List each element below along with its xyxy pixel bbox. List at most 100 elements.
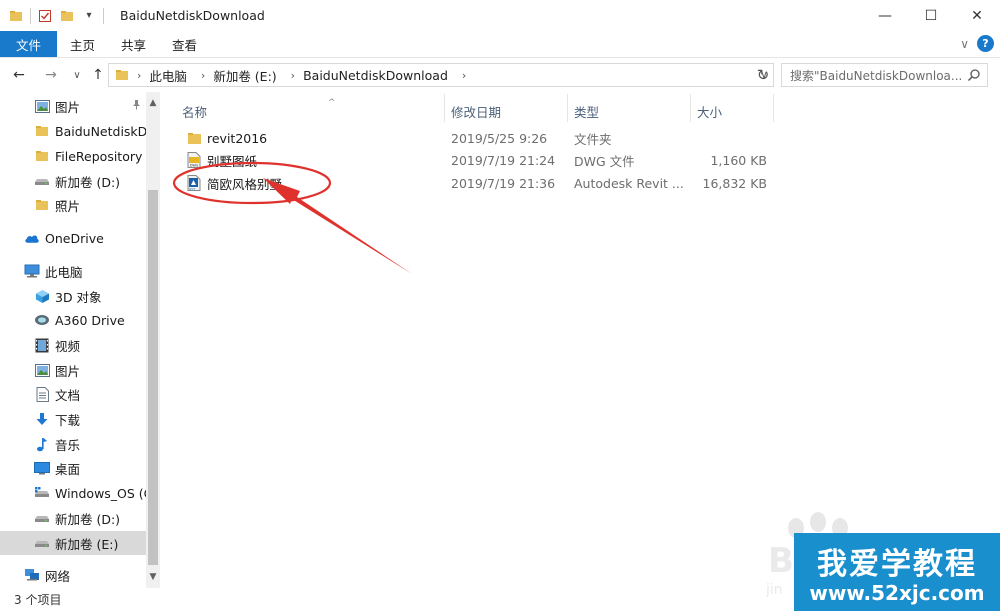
sidebar-item-label: 新加卷 (E:) bbox=[55, 536, 119, 552]
help-button[interactable]: ? bbox=[977, 35, 994, 52]
refresh-button[interactable]: ↻ bbox=[752, 64, 774, 86]
window-title: BaiduNetdiskDownload bbox=[120, 8, 265, 23]
sidebar-item-downloads[interactable]: 下载 bbox=[0, 407, 146, 431]
minimize-button[interactable]: — bbox=[862, 0, 908, 31]
file-row[interactable]: revit2016 2019/5/25 9:26 文件夹 bbox=[178, 127, 938, 149]
file-name: revit2016 bbox=[207, 130, 268, 146]
search-icon[interactable] bbox=[967, 68, 981, 85]
column-header-date[interactable]: 修改日期 bbox=[451, 100, 561, 122]
sidebar-item-filerepository[interactable]: FileRepository bbox=[0, 144, 146, 168]
sidebar-item-pictures[interactable]: 图片 bbox=[0, 358, 146, 382]
file-row[interactable]: RVT 简欧风格别墅 2019/7/19 21:36 Autodesk Revi… bbox=[178, 172, 938, 194]
folder-icon bbox=[186, 130, 202, 146]
breadcrumb-current-folder[interactable]: BaiduNetdiskDownload bbox=[303, 68, 448, 83]
windows-drive-icon bbox=[34, 485, 50, 501]
up-button[interactable]: ↑ bbox=[87, 64, 109, 86]
sidebar-item-drive-d-quick[interactable]: 新加卷 (D:) bbox=[0, 169, 146, 193]
file-date: 2019/7/19 21:36 bbox=[451, 175, 556, 191]
svg-text:DWG: DWG bbox=[190, 164, 199, 168]
file-name-cell[interactable]: revit2016 bbox=[186, 127, 446, 149]
computer-icon bbox=[24, 263, 40, 279]
column-divider[interactable] bbox=[567, 94, 568, 122]
pictures-icon bbox=[34, 362, 50, 378]
folder-icon[interactable] bbox=[8, 8, 24, 24]
properties-icon[interactable] bbox=[37, 8, 53, 24]
address-bar[interactable]: › 此电脑 › 新加卷 (E:) › BaiduNetdiskDownload … bbox=[108, 63, 774, 87]
file-size bbox=[697, 127, 767, 149]
breadcrumb-drive-e[interactable]: 新加卷 (E:) bbox=[213, 66, 276, 85]
sidebar-item-network[interactable]: 网络 bbox=[0, 563, 146, 587]
sidebar-item-music[interactable]: 音乐 bbox=[0, 432, 146, 456]
folder-icon bbox=[34, 148, 50, 164]
file-name-cell[interactable]: DWG 别墅图纸 bbox=[186, 149, 446, 171]
tab-home[interactable]: 主页 bbox=[57, 31, 108, 57]
breadcrumb-separator[interactable]: › bbox=[137, 69, 141, 82]
navigation-pane: 图片 BaiduNetdiskDo FileRepository 新加卷 (D:… bbox=[0, 92, 160, 588]
file-size: 16,832 KB bbox=[702, 175, 767, 191]
sidebar-item-drive-e[interactable]: 新加卷 (E:) bbox=[0, 531, 146, 555]
file-size: 1,160 KB bbox=[710, 152, 767, 168]
customize-qat-icon[interactable]: ▾ bbox=[81, 8, 97, 24]
sidebar-item-baidunetdisk[interactable]: BaiduNetdiskDo bbox=[0, 119, 146, 143]
breadcrumb-this-pc[interactable]: 此电脑 bbox=[149, 66, 187, 85]
sidebar-item-label: 照片 bbox=[55, 198, 81, 214]
sidebar-item-documents[interactable]: 文档 bbox=[0, 382, 146, 406]
sidebar-item-onedrive[interactable]: OneDrive bbox=[0, 226, 146, 250]
sidebar-item-label: 新加卷 (D:) bbox=[55, 511, 121, 527]
tab-view[interactable]: 查看 bbox=[159, 31, 210, 57]
column-divider[interactable] bbox=[690, 94, 691, 122]
search-input[interactable]: 搜索"BaiduNetdiskDownloa... bbox=[781, 63, 988, 87]
sidebar-item-photos[interactable]: 照片 bbox=[0, 193, 146, 217]
tab-share[interactable]: 共享 bbox=[108, 31, 159, 57]
sidebar-item-label: 网络 bbox=[45, 568, 71, 584]
revit-file-icon: RVT bbox=[186, 175, 202, 191]
item-count: 3 个项目 bbox=[14, 593, 62, 607]
breadcrumb-separator[interactable]: › bbox=[462, 69, 466, 82]
column-header-name[interactable]: 名称 ^ bbox=[182, 98, 442, 122]
sidebar-scrollbar[interactable]: ▲ ▼ bbox=[146, 92, 160, 588]
search-placeholder: 搜索"BaiduNetdiskDownloa... bbox=[790, 68, 963, 83]
pin-icon[interactable] bbox=[131, 99, 142, 113]
scroll-down-arrow[interactable]: ▼ bbox=[146, 570, 160, 584]
svg-text:RVT: RVT bbox=[189, 187, 195, 191]
documents-icon bbox=[34, 386, 50, 402]
sidebar-item-label: A360 Drive bbox=[55, 312, 125, 328]
downloads-icon bbox=[34, 411, 50, 427]
sidebar-item-pictures-quick[interactable]: 图片 bbox=[0, 94, 146, 118]
sidebar-item-3d-objects[interactable]: 3D 对象 bbox=[0, 284, 146, 308]
breadcrumb-separator[interactable]: › bbox=[291, 69, 295, 82]
column-header-size[interactable]: 大小 bbox=[697, 100, 767, 122]
scroll-up-arrow[interactable]: ▲ bbox=[146, 96, 160, 110]
sidebar-item-a360-drive[interactable]: A360 Drive bbox=[0, 308, 146, 332]
breadcrumb-separator[interactable]: › bbox=[201, 69, 205, 82]
a360-icon bbox=[34, 312, 50, 328]
sidebar-item-desktop[interactable]: 桌面 bbox=[0, 456, 146, 480]
back-button[interactable]: ← bbox=[8, 64, 30, 86]
tab-file[interactable]: 文件 bbox=[0, 31, 58, 57]
folder-icon bbox=[115, 68, 129, 82]
scrollbar-thumb[interactable] bbox=[148, 190, 158, 565]
new-folder-icon[interactable] bbox=[59, 8, 75, 24]
sidebar-item-label: FileRepository bbox=[55, 148, 143, 164]
expand-ribbon-button[interactable]: ∨ bbox=[960, 37, 969, 51]
sidebar-item-this-pc[interactable]: 此电脑 bbox=[0, 259, 146, 283]
column-divider[interactable] bbox=[773, 94, 774, 122]
sidebar-item-videos[interactable]: 视频 bbox=[0, 333, 146, 357]
column-divider[interactable] bbox=[444, 94, 445, 122]
file-name: 简欧风格别墅 bbox=[207, 176, 283, 192]
forward-button[interactable]: → bbox=[40, 64, 62, 86]
sidebar-item-drive-c[interactable]: Windows_OS (C bbox=[0, 481, 146, 505]
sidebar-item-label: BaiduNetdiskDo bbox=[55, 123, 146, 139]
sidebar-item-label: Windows_OS (C bbox=[55, 485, 146, 501]
close-button[interactable]: ✕ bbox=[954, 0, 1000, 31]
sidebar-item-label: 文档 bbox=[55, 387, 81, 403]
sidebar-item-label: 此电脑 bbox=[45, 264, 83, 280]
sidebar-item-drive-d[interactable]: 新加卷 (D:) bbox=[0, 506, 146, 530]
file-name-cell[interactable]: RVT 简欧风格别墅 bbox=[186, 172, 446, 194]
maximize-button[interactable]: ☐ bbox=[908, 0, 954, 31]
window-controls: — ☐ ✕ bbox=[862, 0, 1000, 31]
recent-locations-button[interactable]: ∨ bbox=[66, 64, 88, 86]
pictures-icon bbox=[34, 98, 50, 114]
file-row[interactable]: DWG 别墅图纸 2019/7/19 21:24 DWG 文件 1,160 KB bbox=[178, 149, 938, 171]
column-header-type[interactable]: 类型 bbox=[574, 100, 684, 122]
